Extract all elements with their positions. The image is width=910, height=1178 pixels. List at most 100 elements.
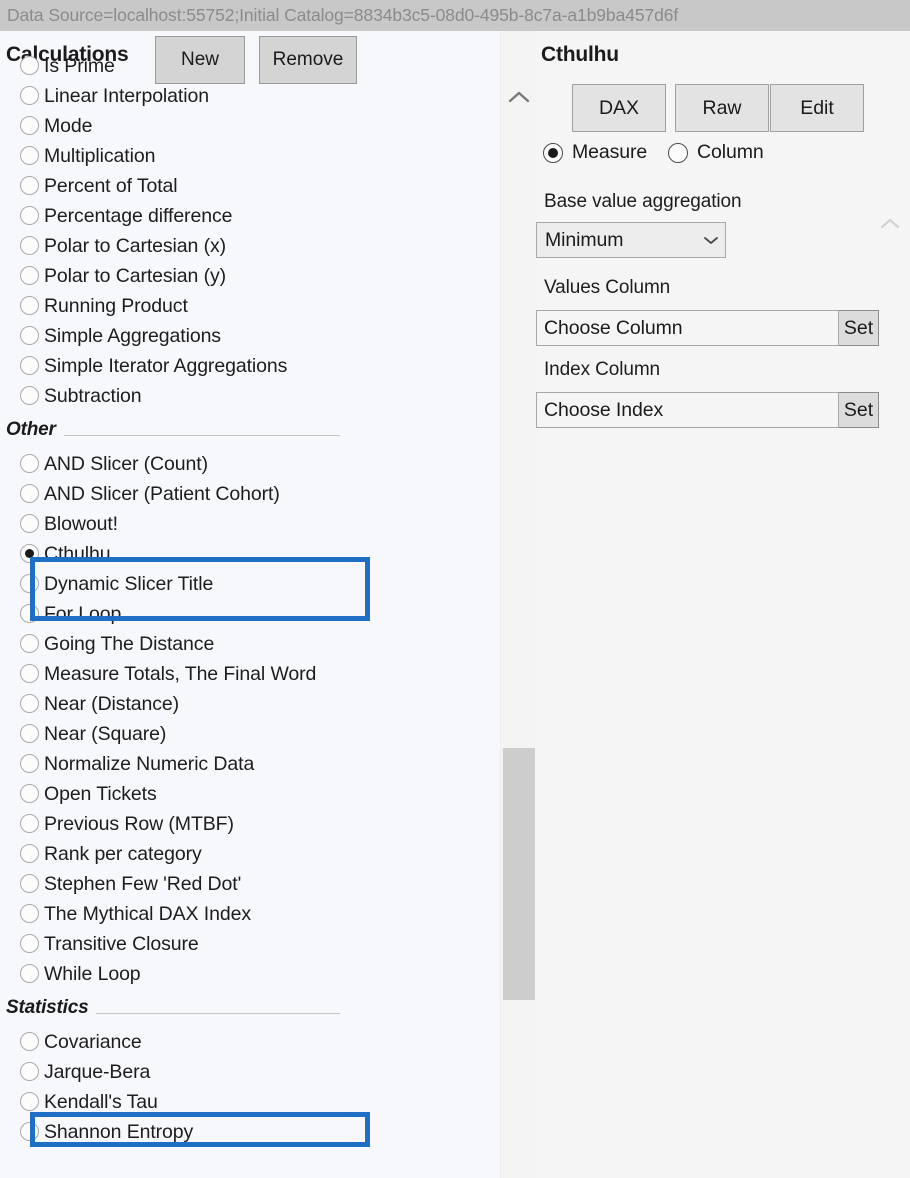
radio-icon [20,874,39,893]
calculation-item-label: Transitive Closure [44,932,199,955]
section-header-label: Other [6,419,56,440]
calculation-item[interactable]: Subtraction [0,381,500,411]
calculation-item[interactable]: Going The Distance [0,629,500,659]
kind-radio-group: Measure Column [536,141,910,171]
calculation-item[interactable]: Measure Totals, The Final Word [0,659,500,689]
chevron-up-icon-detail[interactable] [876,209,904,237]
calculation-item[interactable]: Stephen Few 'Red Dot' [0,869,500,899]
calculation-item-label: Is Prime [44,54,115,77]
calculation-item[interactable]: Mode [0,111,500,141]
radio-icon [20,386,39,405]
section-divider [63,434,340,436]
calculation-item[interactable]: Near (Distance) [0,689,500,719]
radio-icon [20,296,39,315]
radio-dot-measure [543,142,563,163]
calculation-item[interactable]: Running Product [0,291,500,321]
calculation-item-label: The Mythical DAX Index [44,902,251,925]
connection-string-text: Data Source=localhost:55752;Initial Cata… [7,5,679,25]
radio-icon [20,574,39,593]
calculation-item[interactable]: Polar to Cartesian (y) [0,261,500,291]
calculation-item[interactable]: Linear Interpolation [0,81,500,111]
calculation-item[interactable]: Rank per category [0,839,500,869]
calculation-item-label: Covariance [44,1030,142,1053]
calculation-item[interactable]: Percentage difference [0,201,500,231]
index-column-row: Choose Index Set [536,392,879,428]
radio-icon [20,1122,39,1141]
calculation-item[interactable]: Normalize Numeric Data [0,749,500,779]
calculation-item[interactable]: Is Prime [0,51,500,81]
calculation-item[interactable]: Multiplication [0,141,500,171]
calculation-item[interactable]: AND Slicer (Patient Cohort) [0,479,500,509]
calculation-item-label: Dynamic Slicer Title [44,572,214,595]
calculation-item-label: Subtraction [44,384,142,407]
index-column-set-button[interactable]: Set [839,392,879,428]
calculation-item[interactable]: Kendall's Tau [0,1087,500,1117]
values-column-set-button[interactable]: Set [839,310,879,346]
calculation-item-label: Shannon Entropy [44,1120,194,1143]
radio-icon [20,814,39,833]
radio-icon [20,116,39,135]
radio-icon [20,484,39,503]
calculation-item[interactable]: Previous Row (MTBF) [0,809,500,839]
connection-string-bar: Data Source=localhost:55752;Initial Cata… [0,0,910,31]
calculation-item-label: Running Product [44,294,188,317]
calculation-item-label: Measure Totals, The Final Word [44,662,317,685]
app-root: Data Source=localhost:55752;Initial Cata… [0,0,910,1178]
section-header: Other [0,411,500,449]
calculation-item[interactable]: Simple Aggregations [0,321,500,351]
calculation-item[interactable]: While Loop [0,959,500,989]
calculation-item-label: Stephen Few 'Red Dot' [44,872,242,895]
radio-icon [20,604,39,623]
calculation-item[interactable]: Cthulhu [0,539,500,569]
calculation-item[interactable]: Shannon Entropy [0,1117,500,1147]
radio-icon [20,1032,39,1051]
values-column-label: Values Column [544,277,671,298]
calculation-item[interactable]: Near (Square) [0,719,500,749]
calculation-item[interactable]: Percent of Total [0,171,500,201]
calculation-detail-panel: Cthulhu DAX Raw Edit Measure Column Base… [536,31,910,1178]
calculation-item-label: AND Slicer (Count) [44,452,208,475]
calculation-item[interactable]: Covariance [0,1027,500,1057]
radio-icon [20,514,39,533]
calculation-item-label: While Loop [44,962,141,985]
calculation-item-label: Going The Distance [44,632,215,655]
calculations-scrollbar[interactable] [500,31,536,1178]
radio-measure[interactable]: Measure [543,141,647,164]
chevron-up-icon[interactable] [501,83,537,111]
radio-icon [20,784,39,803]
radio-icon [20,544,39,563]
base-value-aggregation-value: Minimum [545,228,624,251]
calculation-item[interactable]: Simple Iterator Aggregations [0,351,500,381]
calculation-item[interactable]: Blowout! [0,509,500,539]
section-header-label: Statistics [6,997,89,1018]
base-value-aggregation-select[interactable]: Minimum [536,222,726,258]
calculation-item-label: Kendall's Tau [44,1090,158,1113]
calculation-item-label: Cthulhu [44,542,111,565]
values-column-input[interactable]: Choose Column [536,310,839,346]
calculation-item-label: Percentage difference [44,204,233,227]
calculation-item[interactable]: Dynamic Slicer Title [0,569,500,599]
radio-icon [20,754,39,773]
radio-column[interactable]: Column [668,141,764,164]
radio-icon [20,356,39,375]
calculations-list[interactable]: Is Prime Linear Interpolation Mode Multipli… [0,51,500,1164]
calculation-item[interactable]: Jarque-Bera [0,1057,500,1087]
calculation-item[interactable]: For Loop [0,599,500,629]
edit-button[interactable]: Edit [770,84,864,132]
calculation-item[interactable]: The Mythical DAX Index [0,899,500,929]
dax-button[interactable]: DAX [572,84,666,132]
radio-icon [20,1092,39,1111]
scrollbar-thumb[interactable] [503,748,535,1000]
radio-label-measure: Measure [572,141,648,163]
radio-icon [20,266,39,285]
calculation-item[interactable]: Transitive Closure [0,929,500,959]
calculation-item[interactable]: AND Slicer (Count) [0,449,500,479]
calculation-item-label: Simple Aggregations [44,324,221,347]
calculation-item[interactable]: Open Tickets [0,779,500,809]
radio-label-column: Column [697,141,764,163]
calculation-item[interactable]: Polar to Cartesian (x) [0,231,500,261]
radio-icon [20,206,39,225]
index-column-input[interactable]: Choose Index [536,392,839,428]
raw-button[interactable]: Raw [675,84,769,132]
calculation-item-label: Previous Row (MTBF) [44,812,234,835]
